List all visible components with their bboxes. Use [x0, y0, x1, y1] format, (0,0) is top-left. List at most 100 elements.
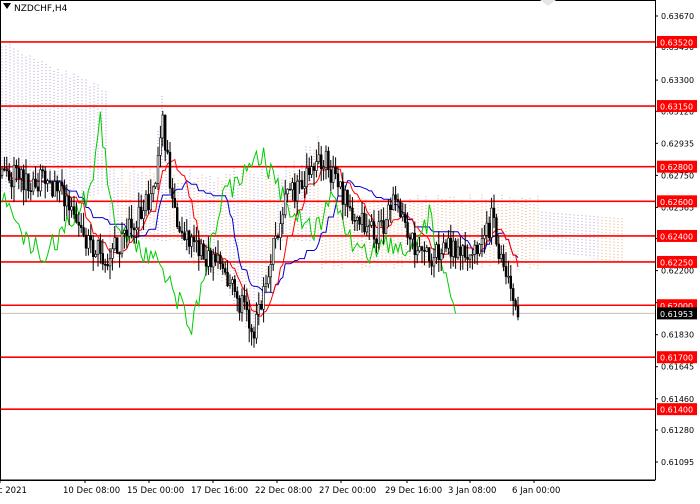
time-tick-label: 22 Dec 08:00 [255, 486, 312, 496]
candle-body [435, 244, 438, 258]
candle-body [147, 194, 150, 211]
symbol-timeframe-label: NZDCHF,H4 [14, 4, 68, 14]
candle-body [243, 295, 246, 303]
candle-body [63, 185, 66, 207]
candle-body [394, 194, 397, 200]
candle-body [377, 221, 380, 244]
candle-body [300, 180, 304, 189]
candle-body [408, 237, 412, 240]
candle-body [264, 283, 268, 287]
candle-body [401, 213, 404, 218]
candle-body [207, 250, 210, 267]
candle-body [511, 288, 515, 301]
price-tick-label: 0.61830 [661, 331, 694, 340]
candle-body [99, 240, 102, 254]
candle-body [411, 232, 414, 240]
candle-body [34, 178, 37, 188]
candle-body [449, 237, 452, 257]
candle-body [200, 243, 203, 256]
candle-body [478, 244, 481, 255]
level-label: 0.62600 [660, 198, 693, 207]
candle-body [271, 238, 275, 265]
candle-body [176, 207, 179, 227]
candle-body [471, 254, 474, 256]
candle-body [190, 236, 193, 247]
candle-body [387, 204, 390, 221]
candle-body [327, 150, 330, 171]
price-tick-label: 0.63300 [661, 76, 694, 85]
candle-body [372, 221, 376, 240]
candle-body [82, 227, 85, 236]
candle-body [137, 206, 140, 229]
candle-body [315, 161, 318, 171]
candle-body [87, 235, 90, 249]
time-tick-label: 17 Dec 16:00 [191, 486, 248, 496]
candle-body [43, 170, 47, 184]
candle-body [363, 212, 366, 233]
candle-body [168, 151, 172, 189]
time-tick-label: 15 Dec 00:00 [127, 486, 184, 496]
candle-body [353, 220, 356, 222]
candle-body [497, 243, 500, 259]
candle-body [39, 169, 42, 192]
candle-body [84, 234, 88, 249]
candle-body [413, 232, 416, 256]
candle-body [197, 240, 200, 256]
candle-body [281, 214, 284, 225]
candle-body [144, 194, 148, 211]
candle-body [351, 207, 354, 221]
candle-body [224, 268, 227, 273]
candle-body [152, 186, 155, 194]
candle-body [195, 240, 198, 243]
candle-body [108, 257, 112, 267]
candle-body [396, 199, 400, 203]
candle-body [475, 244, 479, 255]
chart-window[interactable]: 0.636700.634900.633000.631200.629350.627… [0, 0, 700, 501]
price-tick-label: 0.61095 [661, 458, 694, 467]
candle-body [303, 186, 306, 189]
candle-body [164, 114, 167, 151]
level-label: 0.61700 [660, 354, 693, 363]
candle-body [233, 279, 236, 292]
candle-body [226, 272, 229, 287]
candle-body [360, 212, 364, 225]
candle-body [216, 254, 220, 262]
candle-body [454, 240, 457, 258]
candle-body [245, 301, 248, 311]
candle-body [238, 298, 241, 313]
candle-body [68, 195, 71, 211]
candle-body [228, 283, 232, 287]
candle-body [485, 222, 488, 236]
candle-body [389, 204, 392, 210]
candle-body [188, 230, 191, 247]
candle-body [132, 227, 136, 231]
candle-body [334, 166, 337, 174]
candle-body [406, 222, 409, 238]
candle-body [418, 246, 421, 252]
candle-body [8, 170, 11, 181]
candle-body [502, 253, 505, 267]
candle-body [140, 206, 143, 219]
candle-body [283, 193, 287, 216]
time-tick-label: 10 Dec 08:00 [63, 486, 120, 496]
candle-body [58, 181, 61, 192]
candle-body [159, 137, 162, 156]
candle-body [425, 247, 428, 252]
candle-body [415, 250, 419, 256]
candle-body [293, 182, 296, 202]
candle-body [456, 246, 460, 258]
candle-body [346, 189, 349, 207]
candle-body [451, 240, 455, 257]
candle-body [89, 235, 93, 241]
candle-body [113, 237, 117, 250]
candle-body [80, 224, 83, 228]
candle-body [202, 243, 205, 260]
candle-body [10, 179, 13, 188]
candle-body [101, 253, 105, 265]
price-chart[interactable]: 0.636700.634900.633000.631200.629350.627… [0, 0, 700, 501]
level-label: 0.61400 [660, 406, 693, 415]
candle-body [295, 180, 299, 202]
price-tick-label: 0.63670 [661, 12, 694, 21]
candle-body [236, 291, 239, 299]
candle-body [427, 247, 431, 262]
